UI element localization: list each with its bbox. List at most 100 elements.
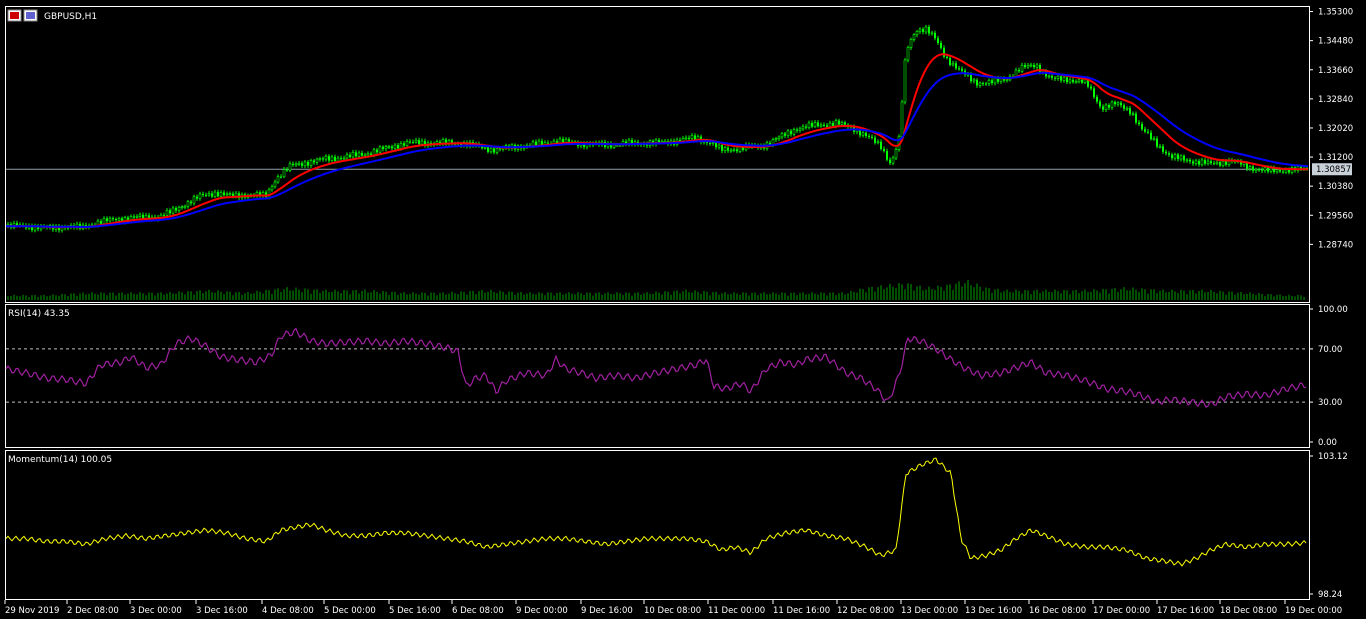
price-tick-label: 1.35300 bbox=[1318, 8, 1353, 18]
candle-body bbox=[117, 217, 121, 221]
candle-body bbox=[1110, 101, 1114, 108]
time-tick-label: 9 Dec 00:00 bbox=[516, 606, 568, 616]
candle-body bbox=[1035, 64, 1039, 68]
candle-body bbox=[547, 142, 549, 144]
candle-body bbox=[1192, 161, 1194, 164]
candle-body bbox=[1024, 65, 1026, 68]
candle-body bbox=[186, 201, 190, 207]
candle-body bbox=[771, 139, 775, 145]
candle-body bbox=[336, 157, 340, 162]
time-tick-label: 12 Dec 08:00 bbox=[837, 606, 894, 616]
candle-body bbox=[906, 47, 910, 61]
candle-body bbox=[351, 151, 355, 158]
candle-body bbox=[943, 47, 945, 57]
candle-body bbox=[991, 80, 993, 84]
candle-body bbox=[280, 176, 282, 178]
candle-body bbox=[1248, 166, 1252, 169]
symbol-title: GBPUSD,H1 bbox=[7, 9, 97, 22]
candle-body bbox=[813, 122, 817, 127]
candle-body bbox=[817, 122, 819, 127]
candle-body bbox=[301, 163, 303, 166]
candle-body bbox=[537, 140, 541, 146]
price-tick-label: 1.34480 bbox=[1318, 37, 1353, 47]
candle-body bbox=[1215, 161, 1219, 165]
candle-body bbox=[1005, 79, 1009, 82]
time-tick-label: 5 Dec 00:00 bbox=[324, 606, 376, 616]
candle-body bbox=[951, 63, 955, 66]
time-tick-label: 3 Dec 00:00 bbox=[130, 606, 182, 616]
candle-body bbox=[717, 144, 721, 148]
candle-body bbox=[886, 151, 888, 160]
time-tick-label: 13 Dec 00:00 bbox=[901, 606, 958, 616]
candle-body bbox=[133, 216, 135, 218]
candle-body bbox=[219, 192, 223, 197]
time-tick-label: 9 Dec 16:00 bbox=[581, 606, 633, 616]
candle-body bbox=[891, 157, 895, 164]
time-tick-label: 3 Dec 16:00 bbox=[196, 606, 248, 616]
candle-body bbox=[1194, 160, 1198, 164]
candle-body bbox=[976, 79, 978, 86]
candle-body bbox=[1183, 155, 1185, 161]
candle-body bbox=[382, 146, 384, 149]
candle-body bbox=[349, 154, 351, 158]
candle-body bbox=[937, 38, 939, 44]
candle-body bbox=[909, 38, 913, 48]
candle-body bbox=[694, 135, 696, 140]
candle-body bbox=[924, 26, 928, 33]
candle-body bbox=[889, 159, 891, 164]
time-tick-label: 4 Dec 08:00 bbox=[262, 606, 314, 616]
time-tick-label: 6 Dec 08:00 bbox=[452, 606, 504, 616]
rsi-tick-label: 30.00 bbox=[1318, 398, 1342, 408]
candle-body bbox=[1275, 169, 1279, 173]
candle-body bbox=[102, 218, 106, 225]
candle-body bbox=[1179, 155, 1183, 160]
candle-body bbox=[1158, 146, 1162, 148]
candle-body bbox=[207, 193, 211, 196]
chart-canvas[interactable]: GBPUSD,H1 1.35300 1.34480 1.33660 1.32840 1.… bbox=[0, 0, 1366, 619]
candle-body bbox=[366, 153, 370, 156]
candle-body bbox=[163, 215, 165, 217]
candle-body bbox=[618, 144, 622, 147]
time-tick-label: 17 Dec 00:00 bbox=[1093, 606, 1150, 616]
candle-body bbox=[987, 79, 991, 84]
candle-body bbox=[541, 141, 543, 145]
candle-body bbox=[732, 149, 736, 151]
candle-body bbox=[412, 141, 414, 143]
candle-body bbox=[1114, 101, 1116, 105]
candle-body bbox=[961, 68, 963, 71]
candle-body bbox=[378, 146, 382, 153]
candle-body bbox=[108, 217, 112, 222]
candle-body bbox=[1254, 169, 1258, 172]
time-tick-label: 2 Dec 08:00 bbox=[67, 606, 119, 616]
candle-body bbox=[1210, 161, 1212, 164]
price-tick-label: 1.30380 bbox=[1318, 182, 1353, 192]
candle-body bbox=[801, 126, 805, 130]
candle-body bbox=[213, 191, 217, 197]
price-tick-label: 1.28740 bbox=[1318, 240, 1353, 250]
candle-body bbox=[834, 120, 838, 127]
candle-body bbox=[912, 34, 916, 40]
candle-body bbox=[826, 125, 828, 127]
candle-body bbox=[1171, 154, 1173, 159]
candle-body bbox=[946, 56, 948, 58]
candle-body bbox=[1189, 159, 1191, 162]
price-tick-label: 1.33660 bbox=[1318, 66, 1353, 76]
candle-body bbox=[1047, 75, 1051, 78]
candle-body bbox=[883, 148, 885, 152]
candle-body bbox=[1060, 76, 1062, 81]
candle-body bbox=[1252, 166, 1254, 171]
candle-body bbox=[198, 193, 202, 199]
candle-body bbox=[112, 218, 114, 220]
candle-body bbox=[493, 148, 495, 153]
candle-body bbox=[196, 196, 198, 199]
candle-body bbox=[729, 149, 733, 152]
candle-body bbox=[192, 196, 196, 204]
candle-body bbox=[180, 206, 184, 209]
candle-body bbox=[495, 148, 499, 153]
momentum-tick-label: 103.12 bbox=[1318, 452, 1348, 462]
candle-body bbox=[328, 156, 330, 161]
candle-body bbox=[1051, 75, 1053, 78]
candle-body bbox=[940, 43, 942, 48]
candle-body bbox=[838, 120, 840, 125]
candle-body bbox=[115, 218, 117, 221]
